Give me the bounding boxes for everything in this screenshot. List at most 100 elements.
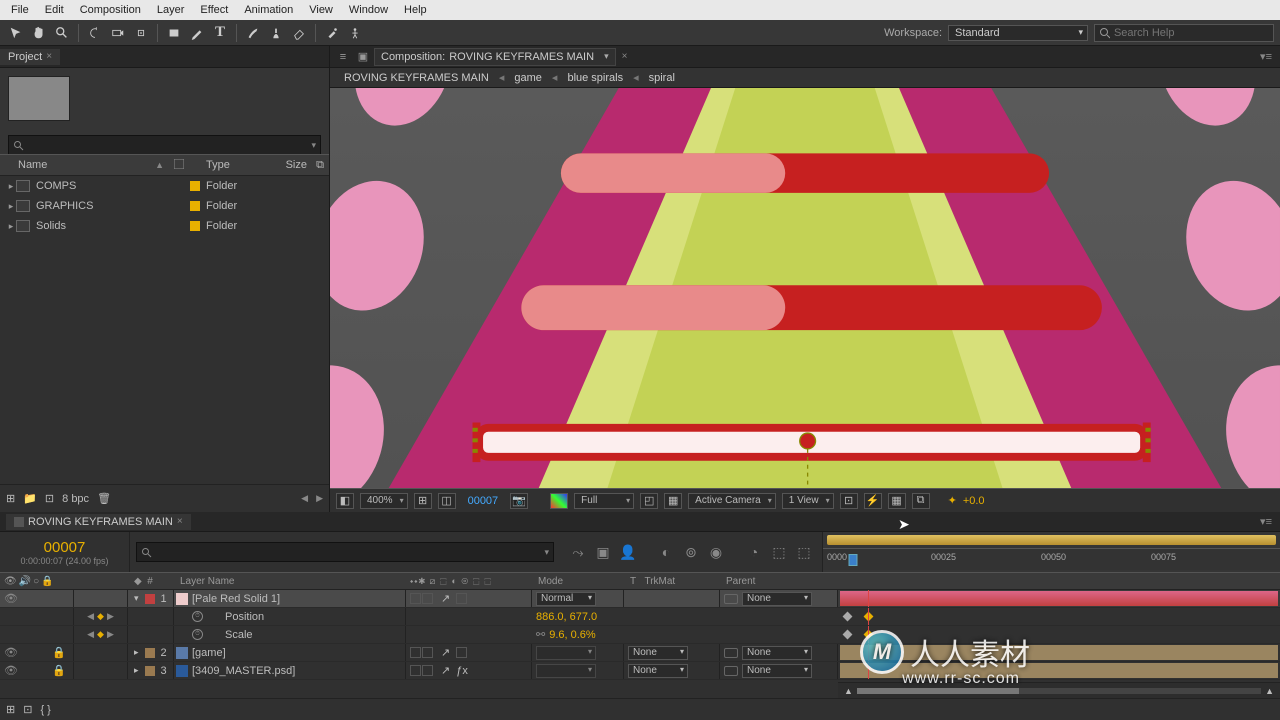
- quality-icon[interactable]: ↗: [441, 592, 450, 605]
- layer-duration-bar[interactable]: [840, 663, 1278, 678]
- project-search-input[interactable]: [28, 139, 307, 151]
- bpc-toggle[interactable]: 8 bpc: [62, 493, 89, 505]
- menu-help[interactable]: Help: [397, 2, 434, 18]
- trkmat-dropdown[interactable]: None: [628, 646, 688, 660]
- crumb[interactable]: game: [508, 72, 548, 84]
- video-toggle[interactable]: 👁: [4, 592, 18, 605]
- prev-icon[interactable]: ◀: [301, 493, 308, 504]
- channel-icon[interactable]: [550, 493, 568, 509]
- toggle-modes-icon[interactable]: ⊡: [23, 703, 32, 716]
- timecode-display[interactable]: 00007 0:00:00:07 (24.00 fps): [0, 532, 130, 572]
- rotation-tool[interactable]: [85, 23, 105, 43]
- col-name[interactable]: Name: [18, 159, 47, 171]
- frame-blend-icon[interactable]: ◐: [656, 542, 676, 562]
- pixel-aspect-icon[interactable]: ⊡: [840, 493, 858, 509]
- grid-icon[interactable]: ⊞: [414, 493, 432, 509]
- pickwhip-icon[interactable]: [724, 666, 738, 676]
- next-key-icon[interactable]: ▶: [107, 629, 114, 640]
- label-col-icon[interactable]: ◆: [134, 576, 142, 587]
- cti-indicator[interactable]: [849, 554, 858, 566]
- flowchart-icon[interactable]: ⧉: [912, 493, 930, 509]
- twirl-icon[interactable]: ▸: [134, 665, 139, 676]
- camera-tool[interactable]: [108, 23, 128, 43]
- parent-dropdown[interactable]: None: [742, 646, 812, 660]
- layer-row[interactable]: 👁 ▾1 [Pale Red Solid 1] ↗ Normal None: [0, 590, 1280, 608]
- quality-icon[interactable]: ↗: [441, 664, 450, 677]
- lock-col-icon[interactable]: 🔒: [41, 576, 53, 587]
- always-preview-icon[interactable]: ◧: [336, 493, 354, 509]
- motion-blur-icon[interactable]: ⊚: [681, 542, 701, 562]
- new-comp-icon[interactable]: ⊡: [45, 492, 54, 505]
- layer-duration-bar[interactable]: [840, 645, 1278, 660]
- snapshot-icon[interactable]: 📷: [510, 493, 528, 509]
- camera-dropdown[interactable]: Active Camera: [688, 493, 776, 509]
- close-icon[interactable]: ×: [177, 516, 183, 527]
- timeline-icon[interactable]: ▦: [888, 493, 906, 509]
- mask-icon[interactable]: ◫: [438, 493, 456, 509]
- col-mode[interactable]: Mode: [532, 576, 624, 587]
- pen-tool[interactable]: [187, 23, 207, 43]
- composition-tab[interactable]: Composition: ROVING KEYFRAMES MAIN: [374, 48, 616, 66]
- zoom-dropdown[interactable]: 400%: [360, 493, 408, 509]
- add-key-icon[interactable]: ◆: [97, 611, 104, 622]
- close-icon[interactable]: ×: [622, 51, 628, 62]
- layer-name[interactable]: [Pale Red Solid 1]: [192, 593, 280, 605]
- menu-composition[interactable]: Composition: [73, 2, 148, 18]
- menu-effect[interactable]: Effect: [193, 2, 235, 18]
- col-trkmat[interactable]: TrkMat: [644, 576, 675, 587]
- crumb[interactable]: ROVING KEYFRAMES MAIN: [338, 72, 495, 84]
- exposure-reset-icon[interactable]: ✦: [948, 494, 957, 507]
- eraser-tool[interactable]: [289, 23, 309, 43]
- project-item[interactable]: ▸COMPSFolder: [0, 176, 329, 196]
- new-folder-icon[interactable]: 📁: [23, 492, 37, 505]
- pickwhip-icon[interactable]: [724, 594, 738, 604]
- prev-key-icon[interactable]: ◀: [87, 611, 94, 622]
- pan-behind-tool[interactable]: [131, 23, 151, 43]
- tree-icon[interactable]: ⧉: [311, 159, 329, 172]
- current-frame[interactable]: 00007: [468, 495, 499, 507]
- comp-mini-flowchart-icon[interactable]: ⤳: [568, 542, 588, 562]
- auto-keyframe-icon[interactable]: ◔: [744, 542, 764, 562]
- quality-icon[interactable]: ↗: [441, 646, 450, 659]
- search-help-input[interactable]: [1114, 27, 1269, 39]
- brush-tool[interactable]: [243, 23, 263, 43]
- project-item[interactable]: ▸SolidsFolder: [0, 216, 329, 236]
- zoom-tool[interactable]: [52, 23, 72, 43]
- menu-edit[interactable]: Edit: [38, 2, 71, 18]
- layer-name[interactable]: [game]: [192, 647, 226, 659]
- exposure-value[interactable]: +0.0: [963, 495, 985, 507]
- comp-mini-icon[interactable]: ▣: [354, 49, 372, 65]
- roi-icon[interactable]: ◰: [640, 493, 658, 509]
- brackets-icon[interactable]: { }: [40, 704, 50, 716]
- menu-window[interactable]: Window: [342, 2, 395, 18]
- video-toggle[interactable]: 👁: [4, 664, 18, 677]
- parent-dropdown[interactable]: None: [742, 592, 812, 606]
- video-toggle[interactable]: 👁: [4, 646, 18, 659]
- resolution-dropdown[interactable]: Full: [574, 493, 634, 509]
- lock-toggle[interactable]: 🔒: [52, 664, 66, 677]
- col-type[interactable]: Type: [188, 159, 263, 171]
- video-col-icon[interactable]: 👁: [4, 576, 17, 587]
- add-key-icon[interactable]: ◆: [97, 629, 104, 640]
- property-row[interactable]: ◀◆▶ ⏱Position 886.0, 677.0: [0, 608, 1280, 626]
- project-item[interactable]: ▸GRAPHICSFolder: [0, 196, 329, 216]
- views-dropdown[interactable]: 1 View: [782, 493, 834, 509]
- audio-col-icon[interactable]: 🔊: [19, 576, 31, 587]
- close-icon[interactable]: ×: [46, 51, 52, 62]
- shy-icon[interactable]: 👤: [618, 542, 638, 562]
- rotobrush-tool[interactable]: [322, 23, 342, 43]
- graph-editor-icon-2[interactable]: ⬚: [794, 542, 814, 562]
- parent-dropdown[interactable]: None: [742, 664, 812, 678]
- flowchart-icon[interactable]: ≡: [334, 49, 352, 65]
- label-chip[interactable]: [145, 594, 155, 604]
- col-size[interactable]: Size: [263, 159, 311, 171]
- layer-row[interactable]: 👁🔒 ▸3 [3409_MASTER.psd] ↗ƒx None None: [0, 662, 1280, 680]
- rectangle-tool[interactable]: [164, 23, 184, 43]
- selection-tool[interactable]: [6, 23, 26, 43]
- layer-row[interactable]: 👁🔒 ▸2 [game] ↗ None None: [0, 644, 1280, 662]
- panel-menu-icon[interactable]: ▾≡: [1260, 515, 1272, 528]
- search-help-box[interactable]: [1094, 24, 1274, 42]
- keyframe[interactable]: [843, 612, 853, 622]
- next-icon[interactable]: ▶: [316, 493, 323, 504]
- col-parent[interactable]: Parent: [720, 576, 838, 587]
